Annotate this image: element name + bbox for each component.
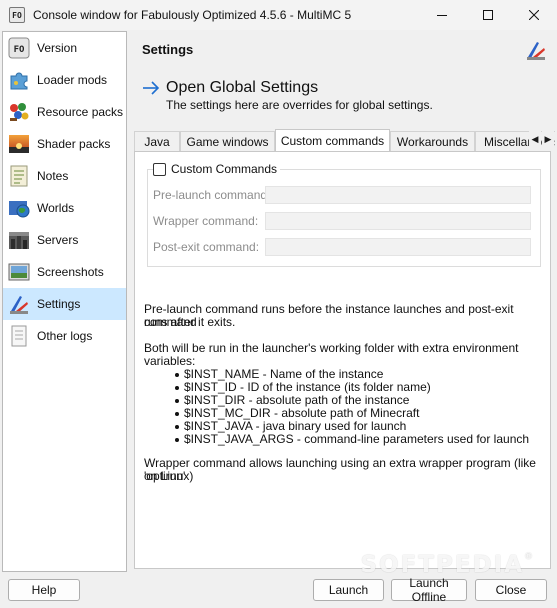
close-button[interactable]: Close [475,579,547,601]
open-global-settings-link[interactable]: Open Global Settings [142,79,318,97]
custom-commands-checkbox[interactable]: Custom Commands [153,162,281,176]
sidebar-item-shader-packs[interactable]: Shader packs [3,128,126,160]
window-controls [419,0,557,30]
page-title: Settings [142,42,194,57]
screenshot-icon [8,261,30,283]
pre-launch-input[interactable] [265,186,531,204]
post-exit-input[interactable] [265,238,531,256]
globe-icon [8,197,30,219]
tab-workarounds[interactable]: Workarounds [390,131,475,151]
settings-icon [525,39,547,61]
settings-icon [8,293,30,315]
sidebar-item-label: Screenshots [37,265,104,279]
main-panel: Settings Open Global Settings The settin… [130,31,555,572]
logs-icon [8,325,30,347]
description-line: on Linux) [144,469,194,483]
wrapper-label: Wrapper command: [153,214,259,228]
post-exit-label: Post-exit command: [153,240,260,254]
sidebar-item-label: Worlds [37,201,75,215]
sidebar-item-servers[interactable]: Servers [3,224,126,256]
sidebar-item-settings[interactable]: Settings [3,288,126,320]
sidebar-item-label: Other logs [37,329,93,343]
sidebar-item-version[interactable]: FO Version [3,32,126,64]
sidebar: FO Version Loader mods Resource packs Sh… [2,31,127,572]
window-title: Console window for Fabulously Optimized … [33,8,352,22]
svg-text:FO: FO [14,45,25,55]
sidebar-item-label: Shader packs [37,137,111,151]
sidebar-item-label: Version [37,41,78,55]
softpedia-watermark: SOFTPEDIA® [360,552,533,578]
wrapper-row: Wrapper command: [153,212,531,230]
description-line: runs after it exits. [144,315,236,329]
sidebar-item-label: Resource packs [37,105,124,119]
help-button[interactable]: Help [8,579,80,601]
fo-version-icon: FO [8,37,30,59]
close-icon [529,10,539,20]
minimize-icon [437,15,447,16]
description-line: Both will be run in the launcher's worki… [144,341,519,368]
launch-button[interactable]: Launch [313,579,384,601]
servers-icon [8,229,30,251]
tab-scroll-left-button[interactable]: ◀ [529,131,541,147]
custom-commands-pane: Custom Commands Pre-launch command: Wrap… [134,151,551,569]
custom-commands-label: Custom Commands [171,162,278,176]
post-exit-row: Post-exit command: [153,238,531,256]
minimize-button[interactable] [419,0,465,30]
launch-offline-button[interactable]: Launch Offline [391,576,467,604]
close-window-button[interactable] [511,0,557,30]
bullet-icon [175,411,179,416]
pre-launch-label: Pre-launch command: [153,188,271,202]
puzzle-icon [8,69,30,91]
settings-tabs: Java Game windows Custom commands Workar… [134,129,555,151]
notes-icon [8,165,30,187]
sidebar-item-label: Settings [37,297,81,311]
bullet-icon [175,372,179,377]
watermark-text: SOFTPEDIA [360,552,524,578]
sidebar-item-worlds[interactable]: Worlds [3,192,126,224]
list-item: $INST_JAVA_ARGS - command-line parameter… [175,433,529,446]
sidebar-item-resource-packs[interactable]: Resource packs [3,96,126,128]
env-variable-list: $INST_NAME - Name of the instance $INST_… [175,368,529,446]
sidebar-item-notes[interactable]: Notes [3,160,126,192]
env-var-text: $INST_JAVA_ARGS - command-line parameter… [184,432,530,446]
global-settings-title: Open Global Settings [166,79,319,96]
sidebar-item-label: Servers [37,233,79,247]
sidebar-item-label: Notes [37,169,69,183]
sidebar-item-other-logs[interactable]: Other logs [3,320,126,352]
sidebar-item-loader-mods[interactable]: Loader mods [3,64,126,96]
sidebar-item-screenshots[interactable]: Screenshots [3,256,126,288]
bullet-icon [175,424,179,429]
tab-java[interactable]: Java [134,131,180,151]
title-bar[interactable]: FO Console window for Fabulously Optimiz… [0,0,557,30]
global-settings-subtitle: The settings here are overrides for glob… [166,98,433,112]
bullet-icon [175,437,179,442]
paint-icon [8,101,30,123]
pre-launch-row: Pre-launch command: [153,186,531,204]
bullet-icon [175,398,179,403]
arrow-right-icon [143,81,160,95]
chevron-right-icon: ▶ [544,133,552,144]
sidebar-item-label: Loader mods [37,73,108,87]
shader-icon [8,133,30,155]
maximize-button[interactable] [465,0,511,30]
maximize-icon [483,10,493,20]
description-line: Wrapper command allows launching using a… [144,456,536,483]
tab-game-windows[interactable]: Game windows [180,131,275,151]
tab-custom-commands[interactable]: Custom commands [275,129,390,151]
checkbox-box[interactable] [153,162,166,176]
bullet-icon [175,385,179,390]
app-icon: FO [9,7,25,23]
tab-scroll-right-button[interactable]: ▶ [542,131,554,147]
watermark-mark: ® [524,552,533,562]
chevron-left-icon: ◀ [531,133,539,144]
wrapper-input[interactable] [265,212,531,230]
